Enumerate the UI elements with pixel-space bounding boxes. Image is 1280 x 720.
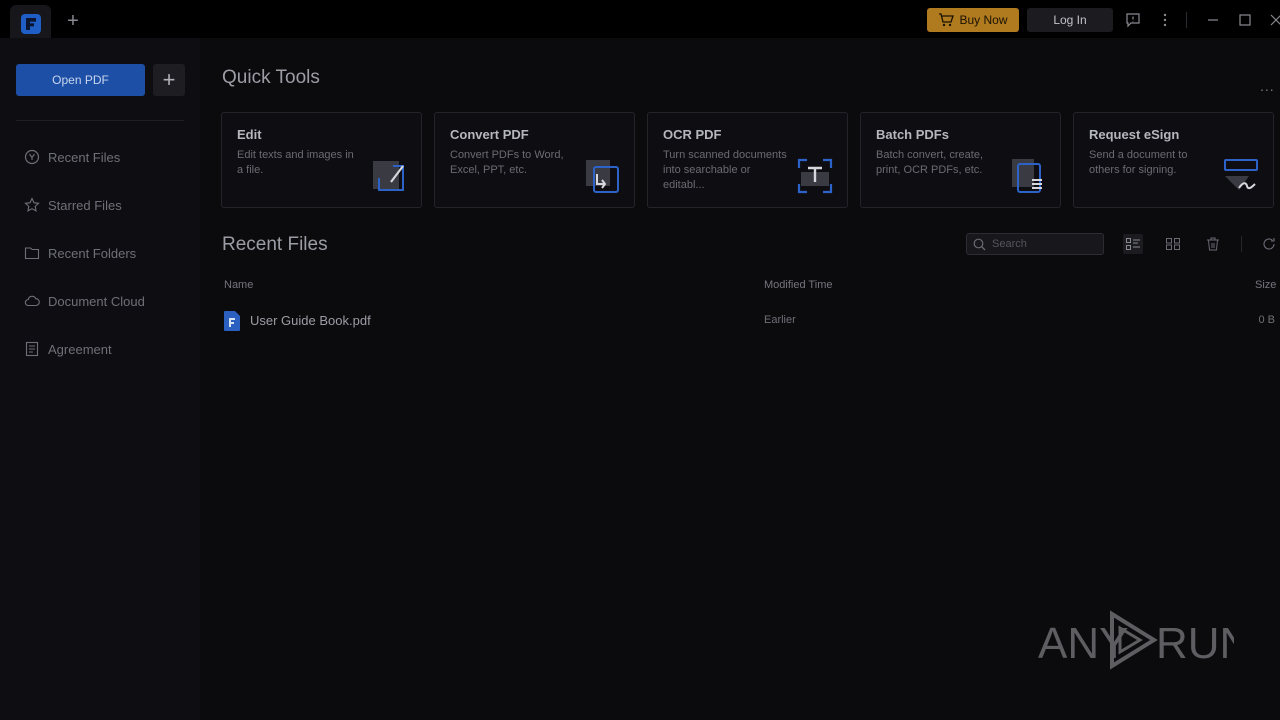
list-view-icon[interactable] <box>1123 234 1143 254</box>
tool-desc: Edit texts and images in a file. <box>237 149 354 176</box>
search-box[interactable]: Search <box>966 233 1104 255</box>
maximize-icon[interactable] <box>1235 10 1255 30</box>
delete-icon[interactable] <box>1203 234 1223 254</box>
app-logo-icon <box>21 14 41 34</box>
title-bar: + Buy Now Log In <box>0 0 1280 38</box>
buy-now-button[interactable]: Buy Now <box>927 8 1019 32</box>
tool-desc: Turn scanned documents into searchable o… <box>663 149 787 191</box>
tool-title: Batch PDFs <box>876 127 949 142</box>
watermark-right-text: RUN <box>1156 619 1234 668</box>
sidebar-item-starred-files[interactable]: Starred Files <box>16 191 186 219</box>
batch-tool-icon <box>1012 159 1042 193</box>
convert-tool-icon <box>586 160 619 193</box>
log-in-label: Log In <box>1053 13 1087 27</box>
watermark-left-text: ANY <box>1038 619 1128 668</box>
buy-now-label: Buy Now <box>959 13 1008 27</box>
file-name: User Guide Book.pdf <box>250 313 371 328</box>
sidebar-item-label: Starred Files <box>48 197 122 213</box>
refresh-icon[interactable] <box>1259 234 1279 254</box>
sidebar-divider <box>16 120 184 121</box>
quick-tools-title: Quick Tools <box>222 67 320 88</box>
minimize-icon[interactable] <box>1203 10 1223 30</box>
sidebar-item-label: Recent Files <box>48 149 121 165</box>
tool-desc: Send a document to others for signing. <box>1089 149 1188 176</box>
tool-title: OCR PDF <box>663 127 722 142</box>
new-tab-plus-icon[interactable]: + <box>64 11 82 31</box>
esign-tool-icon <box>1224 159 1258 190</box>
clock-icon <box>24 149 40 165</box>
anyrun-watermark: ANY RUN <box>1038 610 1234 670</box>
open-pdf-button[interactable]: Open PDF <box>16 64 145 96</box>
sidebar-item-label: Recent Folders <box>48 245 137 261</box>
grid-view-icon[interactable] <box>1163 234 1183 254</box>
pdf-file-icon <box>224 311 240 331</box>
recent-files-title: Recent Files <box>222 234 328 255</box>
tool-title: Convert PDF <box>450 127 529 142</box>
more-vertical-icon[interactable] <box>1155 10 1175 30</box>
star-icon <box>24 197 40 212</box>
create-pdf-button[interactable]: + <box>153 64 185 96</box>
tool-desc: Convert PDFs to Word, Excel, PPT, etc. <box>450 149 564 176</box>
file-size: 0 B <box>1258 314 1275 326</box>
tool-title: Request eSign <box>1089 127 1180 142</box>
toolbar-separator <box>1241 236 1242 252</box>
tool-card-edit[interactable]: Edit Edit texts and images in a file. <box>221 112 422 208</box>
search-icon <box>973 238 986 250</box>
tool-card-ocr-pdf[interactable]: OCR PDF Turn scanned documents into sear… <box>647 112 848 208</box>
tool-desc: Batch convert, create, print, OCR PDFs, … <box>876 149 983 176</box>
quick-tools-more-icon[interactable]: ... <box>1260 78 1275 94</box>
sidebar: Open PDF + Recent Files Starred Files Re… <box>0 38 200 720</box>
sidebar-item-label: Agreement <box>48 341 112 357</box>
sidebar-item-recent-folders[interactable]: Recent Folders <box>16 239 186 267</box>
agreement-icon <box>25 341 39 357</box>
edit-tool-icon <box>373 161 404 191</box>
feedback-icon[interactable] <box>1123 10 1143 30</box>
sidebar-item-label: Document Cloud <box>48 293 145 309</box>
close-icon[interactable] <box>1266 10 1280 30</box>
search-input[interactable]: Search <box>992 238 1027 250</box>
column-header-modified[interactable]: Modified Time <box>764 279 832 291</box>
tool-title: Edit <box>237 127 262 142</box>
folder-icon <box>24 247 40 260</box>
sidebar-item-document-cloud[interactable]: Document Cloud <box>16 287 186 315</box>
tool-card-batch-pdfs[interactable]: Batch PDFs Batch convert, create, print,… <box>860 112 1061 208</box>
log-in-button[interactable]: Log In <box>1027 8 1113 32</box>
open-pdf-label: Open PDF <box>52 73 109 87</box>
titlebar-separator <box>1186 12 1187 28</box>
plus-icon: + <box>162 67 176 92</box>
file-modified-time: Earlier <box>764 314 796 326</box>
sidebar-item-recent-files[interactable]: Recent Files <box>16 143 186 171</box>
cart-icon <box>939 13 955 27</box>
tool-card-convert-pdf[interactable]: Convert PDF Convert PDFs to Word, Excel,… <box>434 112 635 208</box>
tool-card-request-esign[interactable]: Request eSign Send a document to others … <box>1073 112 1274 208</box>
app-home-tab[interactable] <box>10 5 51 38</box>
sidebar-item-agreement[interactable]: Agreement <box>16 335 186 363</box>
column-header-name[interactable]: Name <box>224 279 253 291</box>
cloud-icon <box>24 295 40 307</box>
table-row[interactable]: User Guide Book.pdf Earlier 0 B <box>222 308 1280 334</box>
ocr-tool-icon <box>797 158 833 194</box>
column-header-size[interactable]: Size <box>1255 279 1276 291</box>
